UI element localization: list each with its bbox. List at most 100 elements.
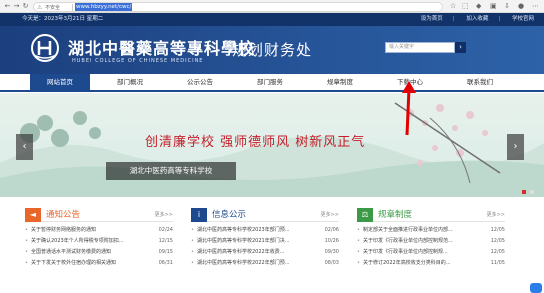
current-date: 今天是：2023年3月21日 星期二 (22, 16, 104, 22)
notice-list: • 关于暂停财务网络服务的通知 02/24 • 关于确认2023年个人所得税专项附加扣… (25, 225, 173, 269)
list-item[interactable]: • 制定部关于全面推进行政事业单位内部... 12/05 (357, 225, 505, 236)
item-title[interactable]: 关于确认2023年个人所得税专项附加扣... (31, 238, 124, 244)
menu-icon[interactable]: ⋯ (532, 2, 539, 11)
warning-icon: ⚠ (37, 3, 43, 11)
item-title[interactable]: 全国普通话水平测试财务缴费的通知 (31, 249, 111, 255)
item-date: 02/06 (322, 225, 339, 236)
regulations-list: • 制定部关于全面推进行政事业单位内部... 12/05 • 关于印发《行政事业单位内… (357, 225, 505, 269)
item-title[interactable]: 关于修订2022年高校收支分类科目的... (363, 260, 451, 266)
nav-dept-services[interactable]: 部门服务 (240, 74, 300, 90)
main-nav: 网站首页 部门概况 公示公告 部门服务 规章制度 下载中心 联系我们 (0, 74, 544, 92)
item-title[interactable]: 制定部关于全面推进行政事业单位内部... (363, 227, 453, 233)
set-homepage-link[interactable]: 设为首页 (421, 16, 443, 22)
scales-icon: ⚖ (357, 208, 373, 222)
panel-header: ⚖ 规章制度 更多>> (357, 208, 505, 222)
item-date: 10/26 (322, 236, 339, 247)
slide-dot-active[interactable] (522, 190, 526, 194)
slide-dot[interactable] (529, 190, 534, 194)
nav-contact[interactable]: 联系我们 (450, 74, 510, 90)
list-item[interactable]: • 湖北中医药高等专科学校2023年部门预... 02/06 (191, 225, 339, 236)
add-favorite-link[interactable]: 加入收藏 (466, 16, 488, 22)
regulations-panel: ⚖ 规章制度 更多>> • 制定部关于全面推进行政事业单位内部... 12/05 •… (357, 208, 505, 293)
item-title[interactable]: 湖北中医药高等专科学校2022年收费... (197, 249, 285, 255)
school-name-en: HUBEI COLLEGE OF CHINESE MEDICINE (72, 58, 204, 64)
list-item[interactable]: • 湖北中医药高等专科学校2022年收费... 09/30 (191, 247, 339, 258)
school-site-link[interactable]: 学校官网 (512, 16, 534, 22)
downloads-icon[interactable]: ⇩ (504, 2, 510, 11)
divider: | (452, 16, 455, 22)
slide-caption[interactable]: 湖北中医药高等专科学校 (106, 162, 236, 180)
item-title[interactable]: 关于印发《行政事业单位内部控制规... (363, 249, 448, 255)
next-slide-icon[interactable]: › (507, 134, 524, 160)
info-list: • 湖北中医药高等专科学校2023年部门预... 02/06 • 湖北中医药高等专科学… (191, 225, 339, 269)
school-name: 湖北中醫藥高等專科學校 (68, 39, 256, 58)
chat-icon[interactable] (530, 283, 542, 293)
item-title[interactable]: 湖北中医药高等专科学校2021年部门决... (197, 238, 290, 244)
item-date: 08/03 (322, 258, 339, 269)
panel-title: 规章制度 (378, 210, 413, 220)
more-link[interactable]: 更多>> (487, 211, 505, 218)
panel-header: ◄ 通知公告 更多>> (25, 208, 173, 222)
divider: | (498, 16, 501, 22)
banner-slideshow[interactable]: 创清廉学校 强师德师风 树新风正气 湖北中医药高等专科学校 ‹ › (0, 93, 544, 197)
list-item[interactable]: • 关于修订2022年高校收支分类科目的... 11/05 (357, 258, 505, 269)
item-title[interactable]: 关于下发关于校外住宿办理的相关通知 (31, 260, 116, 266)
shield-icon[interactable]: ◆ (476, 2, 481, 11)
bookmark-star-icon[interactable]: ☆ (450, 2, 456, 11)
extension-icon[interactable]: ⬚ (462, 2, 469, 11)
item-title[interactable]: 关于印发《行政事业单位内部控制规范... (363, 238, 453, 244)
top-info-bar: 今天是：2023年3月21日 星期二 设为首页 | 加入收藏 | 学校官网 (0, 13, 544, 26)
nav-regulations[interactable]: 规章制度 (310, 74, 370, 90)
list-item[interactable]: • 关于暂停财务网络服务的通知 02/24 (25, 225, 173, 236)
search-input[interactable]: 输入关键字 (385, 42, 455, 53)
search-button-icon[interactable]: › (455, 42, 466, 53)
more-link[interactable]: 更多>> (321, 211, 339, 218)
notice-panel: ◄ 通知公告 更多>> • 关于暂停财务网络服务的通知 02/24 • 关于确认202… (25, 208, 173, 293)
item-date: 12/05 (488, 236, 505, 247)
url-text[interactable]: www.hbzyy.net/cwc/ (75, 3, 133, 11)
address-bar[interactable]: ⚠ 不安全 www.hbzyy.net/cwc/ (33, 1, 443, 12)
list-item[interactable]: • 全国普通话水平测试财务缴费的通知 09/15 (25, 247, 173, 258)
banner-slogan: 创清廉学校 强师德师风 树新风正气 (145, 135, 366, 150)
prev-slide-icon[interactable]: ‹ (16, 134, 33, 160)
collections-icon[interactable]: ▣ (490, 2, 497, 11)
item-date: 12/05 (488, 247, 505, 258)
item-date: 12/15 (156, 236, 173, 247)
item-date: 11/05 (488, 258, 505, 269)
back-icon[interactable]: ← (3, 2, 12, 11)
nav-dept-overview[interactable]: 部门概况 (100, 74, 160, 90)
info-panel: i 信息公示 更多>> • 湖北中医药高等专科学校2023年部门预... 02/06… (191, 208, 339, 293)
list-item[interactable]: • 关于下发关于校外住宿办理的相关通知 06/31 (25, 258, 173, 269)
item-date: 09/30 (322, 247, 339, 258)
security-label: 不安全 (45, 5, 61, 11)
item-title[interactable]: 关于暂停财务网络服务的通知 (31, 227, 96, 233)
panel-title: 通知公告 (46, 210, 81, 220)
list-item[interactable]: • 关于确认2023年个人所得税专项附加扣... 12/15 (25, 236, 173, 247)
nav-home[interactable]: 网站首页 (30, 74, 90, 90)
slide-indicators[interactable] (520, 189, 534, 196)
reload-icon[interactable]: ↻ (21, 2, 30, 11)
megaphone-icon: ◄ (25, 208, 41, 222)
profile-icon[interactable]: ● (518, 2, 524, 11)
list-item[interactable]: • 湖北中医药高等专科学校2022年部门预... 08/03 (191, 258, 339, 269)
forward-icon[interactable]: → (12, 2, 21, 11)
department-title: 规划财务处 (232, 41, 313, 59)
divider (72, 3, 73, 11)
list-item[interactable]: • 关于印发《行政事业单位内部控制规范... 12/05 (357, 236, 505, 247)
nav-announcements[interactable]: 公示公告 (170, 74, 230, 90)
list-item[interactable]: • 关于印发《行政事业单位内部控制规... 12/05 (357, 247, 505, 258)
top-links: 设为首页 | 加入收藏 | 学校官网 (411, 13, 534, 26)
panel-title: 信息公示 (212, 210, 247, 220)
panel-header: i 信息公示 更多>> (191, 208, 339, 222)
item-title[interactable]: 湖北中医药高等专科学校2023年部门预... (197, 227, 290, 233)
more-link[interactable]: 更多>> (155, 211, 173, 218)
item-title[interactable]: 湖北中医药高等专科学校2022年部门预... (197, 260, 290, 266)
site-header: 湖北中醫藥高等專科學校 HUBEI COLLEGE OF CHINESE MED… (0, 26, 544, 74)
info-icon: i (191, 208, 207, 222)
item-date: 06/31 (156, 258, 173, 269)
item-date: 12/05 (488, 225, 505, 236)
browser-toolbar: ← → ↻ ⚠ 不安全 www.hbzyy.net/cwc/ ☆ ⬚ ◆ ▣ ⇩… (0, 0, 544, 13)
school-logo-icon[interactable] (30, 33, 60, 63)
item-date: 02/24 (156, 225, 173, 236)
list-item[interactable]: • 湖北中医药高等专科学校2021年部门决... 10/26 (191, 236, 339, 247)
